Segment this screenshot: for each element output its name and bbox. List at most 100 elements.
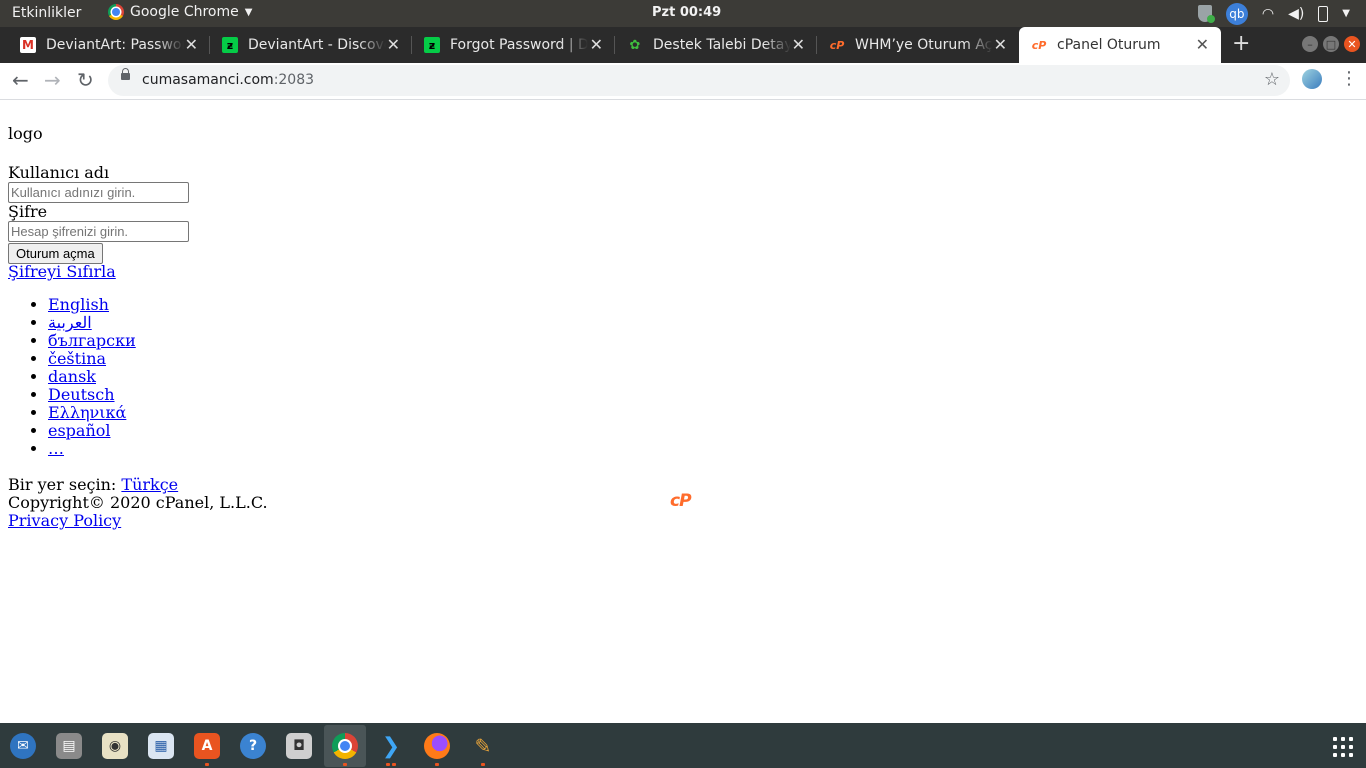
tab-strip: M DeviantArt: Password ✕ ƶ DeviantArt - … — [0, 27, 1366, 63]
forward-arrow-icon[interactable]: → — [44, 68, 61, 92]
list-item: čeština — [48, 350, 136, 368]
vscode-icon[interactable]: ❯ — [378, 733, 404, 759]
tab-title: cPanel Oturum — [1057, 37, 1161, 53]
rhythmbox-icon[interactable]: ◉ — [102, 733, 128, 759]
close-icon[interactable]: ✕ — [792, 35, 805, 54]
language-link[interactable]: español — [48, 421, 111, 440]
help-icon[interactable]: ? — [240, 733, 266, 759]
language-link[interactable]: čeština — [48, 349, 106, 368]
copyright-text: Copyright© 2020 cPanel, L.L.C. — [8, 493, 268, 512]
language-list: English العربية български čeština dansk … — [8, 296, 136, 458]
running-indicator — [435, 763, 439, 766]
close-icon[interactable]: ✕ — [387, 35, 400, 54]
logo-image: logo — [8, 125, 43, 143]
app-menu[interactable]: Google Chrome ▼ — [108, 4, 252, 20]
battery-icon[interactable] — [1318, 5, 1329, 22]
locale-current-link[interactable]: Türkçe — [121, 475, 178, 494]
reload-icon[interactable]: ↻ — [77, 68, 94, 92]
locale-prompt: Bir yer seçin: — [8, 475, 122, 494]
deviantart-icon: ƶ — [424, 37, 440, 53]
chevron-down-icon: ▼ — [244, 6, 253, 18]
tab-title: DeviantArt - Discover — [248, 37, 386, 53]
cpanel-icon: cP — [829, 38, 845, 52]
language-link[interactable]: Ελληνικά — [48, 403, 126, 422]
more-languages-link[interactable]: … — [48, 439, 64, 458]
chrome-icon — [108, 4, 124, 20]
list-item: dansk — [48, 368, 136, 386]
list-item: Ελληνικά — [48, 404, 136, 422]
list-item: العربية — [48, 314, 136, 332]
back-arrow-icon[interactable]: ← — [12, 68, 29, 92]
password-input[interactable] — [8, 221, 189, 242]
privacy-policy-link[interactable]: Privacy Policy — [8, 512, 121, 530]
window-close-icon[interactable]: ✕ — [1344, 36, 1360, 52]
dock: ✉ ▤ ◉ ▦ A ? ◘ ❯ ✎ — [0, 723, 1366, 768]
system-top-bar: Etkinlikler Google Chrome ▼ Pzt 00:49 qb… — [0, 0, 1366, 27]
new-tab-button[interactable]: + — [1232, 31, 1250, 56]
minimize-icon[interactable]: – — [1302, 36, 1318, 52]
username-label: Kullanıcı adı — [8, 163, 110, 182]
close-icon[interactable]: ✕ — [1196, 35, 1209, 54]
app-menu-label: Google Chrome — [130, 4, 239, 20]
close-icon[interactable]: ✕ — [185, 35, 198, 54]
support-icon: ✿ — [629, 37, 641, 53]
software-center-icon[interactable]: A — [194, 733, 220, 759]
language-link[interactable]: العربية — [48, 313, 92, 332]
shield-icon[interactable] — [1197, 5, 1215, 23]
list-item: … — [48, 440, 136, 458]
show-applications-icon[interactable] — [1333, 737, 1353, 757]
close-icon[interactable]: ✕ — [590, 35, 603, 54]
maximize-icon[interactable]: □ — [1323, 36, 1339, 52]
tab-destek-talebi[interactable]: ✿ Destek Talebi Detayı ✕ — [615, 27, 817, 63]
chrome-menu-icon[interactable]: ⋮ — [1340, 68, 1358, 89]
tab-title: WHM’ye Oturum Aç — [855, 37, 993, 53]
tab-deviantart-discover[interactable]: ƶ DeviantArt - Discover ✕ — [210, 27, 412, 63]
url-port: :2083 — [273, 72, 315, 88]
volume-icon[interactable]: ◀) — [1288, 6, 1304, 22]
screenshot-icon[interactable]: ◘ — [286, 733, 312, 759]
qbittorrent-icon[interactable]: qb — [1225, 2, 1248, 25]
window-controls: – □ ✕ — [1302, 36, 1360, 52]
login-button[interactable]: Oturum açma — [8, 243, 103, 264]
list-item: Deutsch — [48, 386, 136, 404]
activities-button[interactable]: Etkinlikler — [12, 5, 81, 21]
locale-selector: Bir yer seçin: Türkçe — [8, 476, 178, 494]
bookmark-star-icon[interactable]: ☆ — [1264, 69, 1280, 90]
url-host: cumasamanci.com — [142, 72, 274, 88]
gmail-icon: M — [20, 37, 36, 53]
deviantart-icon: ƶ — [222, 37, 238, 53]
chrome-icon[interactable] — [332, 733, 358, 759]
files-icon[interactable]: ▤ — [56, 733, 82, 759]
clock[interactable]: Pzt 00:49 — [652, 5, 721, 20]
running-indicator — [343, 763, 347, 766]
username-input[interactable] — [8, 182, 189, 203]
language-link[interactable]: English — [48, 295, 109, 314]
close-icon[interactable]: ✕ — [994, 35, 1007, 54]
wifi-icon[interactable]: ◠ — [1262, 6, 1274, 22]
profile-avatar[interactable] — [1302, 69, 1322, 89]
firefox-icon[interactable] — [424, 733, 450, 759]
paint-icon[interactable]: ✎ — [470, 733, 496, 759]
url-text[interactable]: cumasamanci.com:2083 — [142, 72, 314, 88]
language-link[interactable]: Deutsch — [48, 385, 115, 404]
tab-title: DeviantArt: Password — [46, 37, 184, 53]
libreoffice-writer-icon[interactable]: ▦ — [148, 733, 174, 759]
tab-whm-login[interactable]: cP WHM’ye Oturum Aç ✕ — [817, 27, 1019, 63]
thunderbird-icon[interactable]: ✉ — [10, 733, 36, 759]
tab-deviantart-password[interactable]: M DeviantArt: Password ✕ — [0, 27, 210, 63]
running-indicator — [392, 763, 396, 766]
system-tray: qb ◠ ◀) ▼ — [1197, 2, 1350, 25]
reset-password-link[interactable]: Şifreyi Sıfırla — [8, 263, 116, 281]
running-indicator — [481, 763, 485, 766]
tab-cpanel-login[interactable]: cP cPanel Oturum ✕ — [1019, 27, 1221, 63]
password-label: Şifre — [8, 202, 48, 221]
address-bar[interactable]: cumasamanci.com:2083 ☆ — [108, 65, 1290, 96]
cpanel-icon: cP — [1031, 38, 1047, 52]
language-link[interactable]: български — [48, 331, 136, 350]
list-item: English — [48, 296, 136, 314]
tab-forgot-password[interactable]: ƶ Forgot Password | D ✕ — [412, 27, 615, 63]
system-menu-chevron-icon[interactable]: ▼ — [1342, 8, 1350, 19]
language-link[interactable]: dansk — [48, 367, 96, 386]
lock-icon[interactable] — [121, 68, 130, 80]
browser-toolbar: ← → ↻ cumasamanci.com:2083 ☆ ⋮ — [0, 63, 1366, 100]
